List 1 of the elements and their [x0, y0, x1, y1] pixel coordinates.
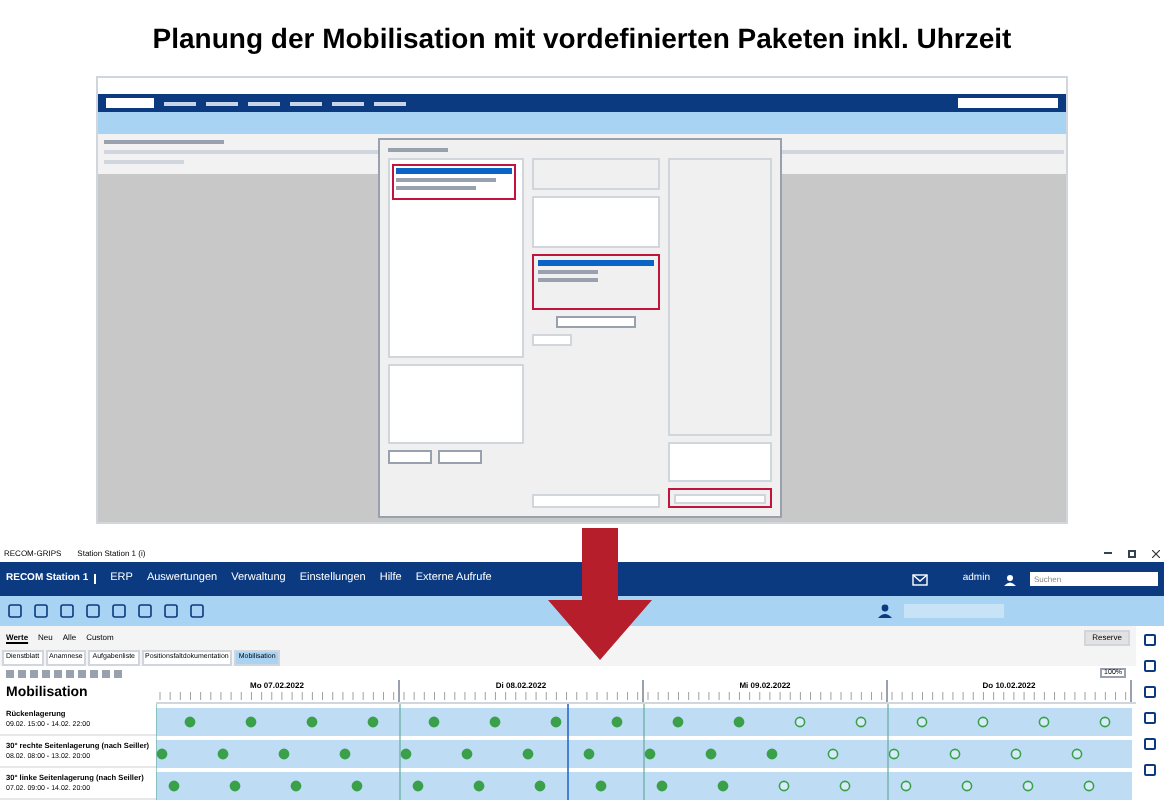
headline: Planung der Mobilisation mit vordefinierten Paketen inkl. Uhrzeit — [152, 19, 1012, 58]
